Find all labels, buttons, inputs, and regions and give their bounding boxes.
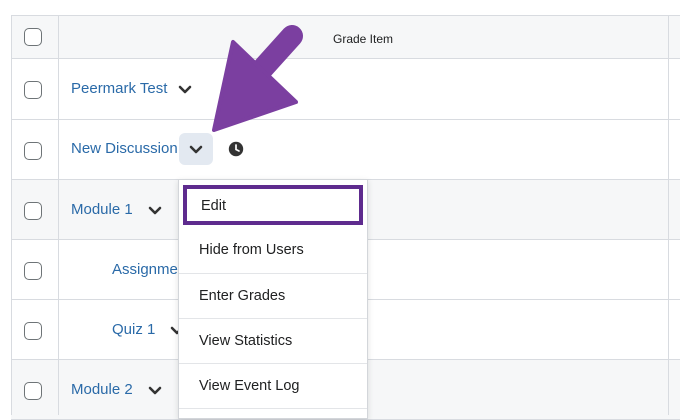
menu-item-edit[interactable]: Edit (183, 185, 363, 225)
clock-icon (228, 141, 244, 157)
grade-item-link-peermark-test[interactable]: Peermark Test (71, 80, 167, 97)
row-checkbox[interactable] (24, 262, 42, 280)
menu-item-label: Enter Grades (199, 288, 286, 304)
menu-item-label: Edit (201, 198, 226, 214)
pointer-arrow-icon (212, 25, 303, 132)
chevron-down-icon[interactable] (148, 206, 162, 216)
row-checkbox[interactable] (24, 142, 42, 160)
chevron-down-icon[interactable] (148, 386, 162, 396)
column-divider (668, 15, 669, 415)
column-divider (58, 15, 59, 415)
chevron-down-icon[interactable] (178, 85, 192, 95)
row-checkbox[interactable] (24, 322, 42, 340)
menu-item-enter-grades[interactable]: Enter Grades (179, 274, 367, 319)
row-checkbox[interactable] (24, 202, 42, 220)
row-checkbox[interactable] (24, 81, 42, 99)
grade-item-link-assignment[interactable]: Assignmer (112, 261, 183, 278)
menu-item-label: View Statistics (199, 333, 293, 349)
table-border (11, 15, 680, 16)
menu-item-hide-from-users[interactable]: Hide from Users (179, 229, 367, 274)
select-all-checkbox[interactable] (24, 28, 42, 46)
grade-item-link-new-discussion[interactable]: New Discussion (71, 140, 178, 157)
menu-item-view-statistics[interactable]: View Statistics (179, 319, 367, 364)
table-border (11, 15, 12, 415)
menu-item-label: Hide from Users (199, 242, 304, 258)
chevron-down-icon[interactable] (189, 145, 203, 155)
grade-item-link-module-1[interactable]: Module 1 (71, 201, 133, 218)
context-menu: Edit Hide from Users Enter Grades View S… (178, 179, 368, 419)
row-checkbox[interactable] (24, 382, 42, 400)
grade-item-link-module-2[interactable]: Module 2 (71, 381, 133, 398)
menu-item-label: View Event Log (199, 378, 300, 394)
grade-item-header: Grade Item (333, 32, 394, 46)
menu-item-view-event-log[interactable]: View Event Log (179, 364, 367, 409)
grade-item-link-quiz-1[interactable]: Quiz 1 (112, 321, 155, 338)
